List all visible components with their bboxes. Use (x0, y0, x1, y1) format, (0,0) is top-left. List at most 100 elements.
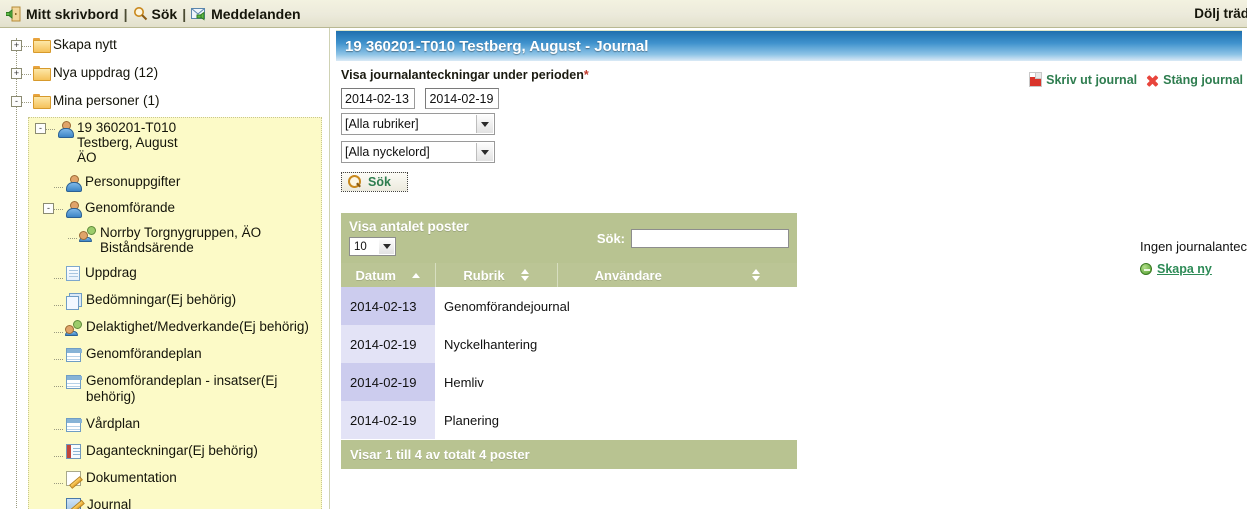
sidebar-item-daganteckningar[interactable]: Daganteckningar(Ej behörig) (0, 440, 329, 461)
top-navigation-bar: Mitt skrivbord | Sök | Meddelanden Dölj … (0, 0, 1247, 28)
search-button-row: Sök (336, 163, 1242, 194)
sidebar-item-bedomningar[interactable]: Bedömningar(Ej behörig) (0, 289, 329, 310)
sort-ascending-icon (411, 272, 420, 278)
cell-rubrik: Hemliv (435, 363, 557, 401)
table-row[interactable]: 2014-02-19 Nyckelhantering (341, 325, 797, 363)
tree-connector (54, 450, 63, 457)
date-range-row (336, 84, 1242, 109)
sidebar-tree-panel[interactable]: + Skapa nytt + Nya uppdrag (12) - Mina p… (0, 28, 330, 509)
sidebar-item-genomforandeplan-insatser[interactable]: Genomförandeplan - insatser(Ej behörig) (0, 370, 329, 407)
expand-toggle-icon[interactable]: + (11, 68, 22, 79)
expand-toggle-icon[interactable]: + (11, 40, 22, 51)
page-title: 19 360201-T010 Testberg, August - Journa… (336, 30, 1242, 61)
grid-icon (66, 375, 82, 389)
tree-connector (54, 477, 63, 484)
table-footer-info: Visar 1 till 4 av totalt 4 poster (341, 439, 797, 469)
cell-anvandare (557, 401, 797, 439)
date-from-input[interactable] (341, 88, 415, 109)
create-new-note-label: Skapa ny (1157, 262, 1212, 276)
sidebar-label-nya-uppdrag: Nya uppdrag (12) (53, 65, 159, 80)
search-button[interactable]: Sök (341, 172, 408, 192)
page-length-label: Visa antalet poster (349, 219, 469, 234)
hide-tree-link[interactable]: Dölj trädet (1194, 6, 1247, 21)
tree-connector (22, 68, 31, 75)
sidebar-item-genomforande[interactable]: - Genomförande (0, 197, 329, 218)
column-label-rubrik: Rubrik (463, 267, 505, 283)
sidebar-label-bedomningar: Bedömningar(Ej behörig) (86, 292, 237, 307)
sidebar-label-vardplan: Vårdplan (86, 416, 141, 431)
entries-grid-body: 2014-02-13 Genomförandejournal 2014-02-1… (341, 287, 797, 439)
entries-grid-header-row: Datum Rubrik Användare (341, 263, 797, 287)
table-search-input[interactable] (631, 229, 789, 248)
page-length-select[interactable]: 10 (349, 237, 396, 256)
table-row[interactable]: 2014-02-19 Planering (341, 401, 797, 439)
sidebar-item-person[interactable]: - 19 360201-T010 Testberg, August ÄO (0, 117, 329, 167)
sidebar-item-nya-uppdrag[interactable]: + Nya uppdrag (12) (0, 62, 329, 83)
sidebar-label-uppdrag: Uppdrag (85, 265, 137, 280)
nav-item-sok[interactable]: Sök (133, 5, 178, 22)
collapse-toggle-icon[interactable]: - (35, 123, 46, 134)
column-label-datum: Datum (355, 267, 396, 283)
create-new-note-link[interactable]: Skapa ny (1140, 262, 1212, 276)
sidebar-item-journal[interactable]: Journal (0, 494, 329, 509)
sort-none-icon (520, 269, 529, 281)
sidebar-item-norrby-torgnygruppen[interactable]: Norrby Torgnygruppen, ÄO Biståndsärende (0, 222, 329, 257)
sidebar-label-skapa-nytt: Skapa nytt (53, 37, 117, 52)
tree-connector (54, 299, 63, 306)
column-header-rubrik[interactable]: Rubrik (435, 263, 558, 287)
collapse-toggle-icon[interactable]: - (11, 96, 22, 107)
table-search-control: Sök: (597, 219, 789, 248)
sidebar-item-uppdrag[interactable]: Uppdrag (0, 262, 329, 283)
sidebar-item-delaktighet[interactable]: Delaktighet/Medverkande(Ej behörig) (0, 316, 329, 337)
table-search-label: Sök: (596, 231, 625, 246)
tree-connector (54, 326, 63, 333)
tree-connector (54, 181, 63, 188)
tree-connector (22, 96, 31, 103)
nyckelord-select[interactable]: [Alla nyckelord] (341, 141, 495, 163)
date-to-input[interactable] (425, 88, 500, 109)
nav-item-meddelanden[interactable]: Meddelanden (191, 5, 301, 22)
table-row[interactable]: 2014-02-19 Hemliv (341, 363, 797, 401)
nav-label-sok: Sök (151, 5, 178, 22)
sidebar-label-journal: Journal (87, 497, 132, 509)
column-header-anvandare[interactable]: Användare (557, 263, 797, 287)
column-header-datum[interactable]: Datum (341, 263, 436, 287)
sidebar-label-genomforandeplan-insatser: Genomförandeplan - insatser(Ej behörig) (86, 373, 278, 404)
entries-grid-head: Datum Rubrik Användare (341, 263, 797, 287)
tree-connector (54, 504, 63, 509)
cell-anvandare (557, 363, 797, 401)
person-icon (65, 175, 82, 192)
pencil-doc-icon (66, 471, 81, 486)
cell-anvandare (557, 325, 797, 363)
sidebar-item-personuppgifter[interactable]: Personuppgifter (0, 171, 329, 192)
table-row[interactable]: 2014-02-13 Genomförandejournal (341, 287, 797, 325)
nyckelord-select-value: [Alla nyckelord] (345, 145, 430, 159)
cell-datum: 2014-02-19 (341, 325, 435, 363)
rubrik-select-row: [Alla rubriker] (336, 109, 1242, 135)
search-icon (348, 175, 362, 189)
tree-connector (22, 40, 31, 47)
notebook-icon (66, 444, 81, 459)
nav-item-mitt-skrivbord[interactable]: Mitt skrivbord (5, 5, 119, 22)
document-icon (66, 266, 80, 281)
column-label-anvandare: Användare (594, 267, 662, 283)
sidebar-item-genomforandeplan[interactable]: Genomförandeplan (0, 343, 329, 364)
grid-icon (66, 348, 82, 362)
nav-label-meddelanden: Meddelanden (211, 5, 301, 22)
nav-label-mitt-skrivbord: Mitt skrivbord (26, 5, 119, 22)
search-button-label: Sök (368, 175, 391, 189)
sidebar-item-vardplan[interactable]: Vårdplan (0, 413, 329, 434)
rubrik-select[interactable]: [Alla rubriker] (341, 113, 495, 135)
add-circle-icon (1140, 263, 1152, 275)
sidebar-item-dokumentation[interactable]: Dokumentation (0, 467, 329, 488)
folder-icon (33, 94, 51, 109)
sidebar-item-skapa-nytt[interactable]: + Skapa nytt (0, 34, 329, 55)
required-marker: * (583, 68, 589, 82)
chevron-down-icon (476, 115, 493, 133)
nyckelord-select-row: [Alla nyckelord] (336, 135, 1242, 163)
journal-entries-table: Visa antalet poster 10 Sök: Datum Rubrik… (341, 213, 797, 469)
sidebar-item-mina-personer[interactable]: - Mina personer (1) (0, 90, 329, 111)
collapse-toggle-icon[interactable]: - (43, 203, 54, 214)
cell-rubrik: Planering (435, 401, 557, 439)
sidebar-label-mina-personer: Mina personer (1) (53, 93, 160, 108)
